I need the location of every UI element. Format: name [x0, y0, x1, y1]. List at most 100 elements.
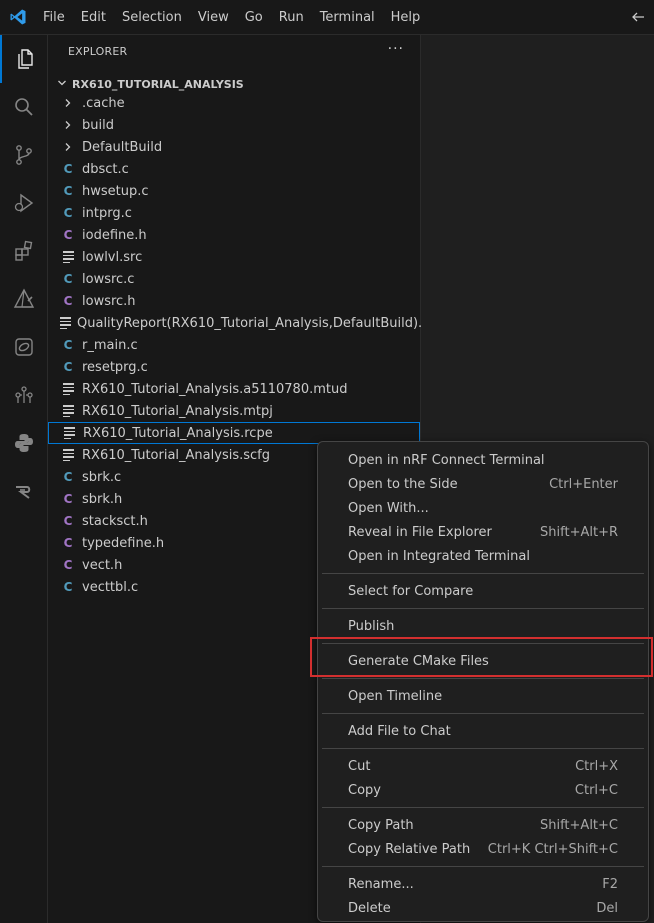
c-file-icon: C — [63, 580, 73, 594]
menu-item-shortcut: Shift+Alt+R — [540, 524, 618, 540]
menu-item-label: Add File to Chat — [348, 723, 451, 739]
file-label: lowsrc.h — [82, 293, 136, 309]
file-item[interactable]: Cr_main.c — [48, 334, 420, 356]
h-file-icon: C — [63, 514, 73, 528]
file-label: RX610_Tutorial_Analysis.mtpj — [82, 403, 273, 419]
run-debug-icon[interactable] — [0, 179, 47, 227]
search-icon[interactable] — [0, 83, 47, 131]
git-graph-icon[interactable] — [0, 371, 47, 419]
menu-item-open-in-integrated-terminal[interactable]: Open in Integrated Terminal — [322, 544, 644, 568]
renesas-icon[interactable] — [0, 467, 47, 515]
menu-item-label: Open to the Side — [348, 476, 458, 492]
highlight-box — [310, 637, 653, 677]
text-file-icon — [60, 315, 71, 331]
cmake-icon[interactable] — [0, 275, 47, 323]
text-file-icon — [60, 403, 76, 419]
file-item[interactable]: QualityReport(RX610_Tutorial_Analysis,De… — [48, 312, 440, 334]
menu-item-publish[interactable]: Publish — [322, 614, 644, 638]
menu-item-open-to-the-side[interactable]: Open to the Side Ctrl+Enter — [322, 472, 644, 496]
menu-terminal[interactable]: Terminal — [312, 0, 383, 35]
c-file-icon: C — [63, 162, 73, 176]
folder-item[interactable]: .cache — [48, 92, 420, 114]
python-icon[interactable] — [0, 419, 47, 467]
menu-item-add-file-to-chat[interactable]: Add File to Chat — [322, 719, 644, 743]
menu-item-cut[interactable]: Cut Ctrl+X — [322, 754, 644, 778]
menu-item-reveal-in-file-explorer[interactable]: Reveal in File Explorer Shift+Alt+R — [322, 520, 644, 544]
back-arrow-icon[interactable] — [630, 9, 646, 25]
more-actions-icon[interactable]: ··· — [388, 41, 404, 57]
source-control-icon[interactable] — [0, 131, 47, 179]
file-label: build — [82, 117, 114, 133]
menu-selection[interactable]: Selection — [114, 0, 190, 35]
h-file-icon: C — [63, 536, 73, 550]
menu-item-label: Copy — [348, 782, 381, 798]
menu-item-delete[interactable]: Delete Del — [322, 896, 644, 920]
file-item[interactable]: lowlvl.src — [48, 246, 420, 268]
menu-item-label: Copy Relative Path — [348, 841, 471, 857]
menu-item-select-for-compare[interactable]: Select for Compare — [322, 579, 644, 603]
explorer-icon[interactable] — [0, 35, 47, 83]
folder-item[interactable]: build — [48, 114, 420, 136]
menu-separator — [322, 748, 644, 749]
menu-view[interactable]: View — [190, 0, 237, 35]
file-item[interactable]: RX610_Tutorial_Analysis.a5110780.mtud — [48, 378, 420, 400]
menu-item-shortcut: Ctrl+Enter — [549, 476, 618, 492]
file-label: stacksct.h — [82, 513, 148, 529]
menu-item-open-with[interactable]: Open With... — [322, 496, 644, 520]
extensions-icon[interactable] — [0, 227, 47, 275]
h-file-icon: C — [63, 228, 73, 242]
project-name: RX610_TUTORIAL_ANALYSIS — [72, 77, 244, 91]
file-item[interactable]: Cintprg.c — [48, 202, 420, 224]
file-item[interactable]: Clowsrc.h — [48, 290, 420, 312]
menu-separator — [322, 608, 644, 609]
menu-item-shortcut: Del — [596, 900, 618, 916]
menu-item-copy-path[interactable]: Copy Path Shift+Alt+C — [322, 813, 644, 837]
file-item[interactable]: Clowsrc.c — [48, 268, 420, 290]
remote-icon[interactable] — [0, 323, 47, 371]
menu-help[interactable]: Help — [383, 0, 429, 35]
menu-item-rename[interactable]: Rename... F2 — [322, 872, 644, 896]
menu-item-label: Reveal in File Explorer — [348, 524, 492, 540]
menu-item-shortcut: Ctrl+K Ctrl+Shift+C — [487, 841, 618, 857]
h-file-icon: C — [63, 558, 73, 572]
file-label: vecttbl.c — [82, 579, 139, 595]
menu-item-label: Rename... — [348, 876, 414, 892]
menu-edit[interactable]: Edit — [73, 0, 114, 35]
file-label: RX610_Tutorial_Analysis.rcpe — [83, 425, 273, 441]
menu-separator — [322, 678, 644, 679]
file-label: typedefine.h — [82, 535, 165, 551]
h-file-icon: C — [63, 492, 73, 506]
menu-item-label: Copy Path — [348, 817, 414, 833]
file-item[interactable]: RX610_Tutorial_Analysis.mtpj — [48, 400, 420, 422]
menu-item-shortcut: Ctrl+C — [574, 782, 618, 798]
file-label: resetprg.c — [82, 359, 148, 375]
chevron-right-icon — [60, 95, 76, 111]
menu-item-label: Delete — [348, 900, 391, 916]
menu-item-open-in-nrf-connect-terminal[interactable]: Open in nRF Connect Terminal — [322, 448, 644, 472]
menu-separator — [322, 573, 644, 574]
menu-item-copy[interactable]: Copy Ctrl+C — [322, 778, 644, 802]
menu-go[interactable]: Go — [237, 0, 271, 35]
file-label: hwsetup.c — [82, 183, 149, 199]
menu-item-copy-relative-path[interactable]: Copy Relative Path Ctrl+K Ctrl+Shift+C — [322, 837, 644, 861]
menu-separator — [322, 713, 644, 714]
c-file-icon: C — [63, 206, 73, 220]
file-item[interactable]: Cresetprg.c — [48, 356, 420, 378]
file-item[interactable]: Chwsetup.c — [48, 180, 420, 202]
c-file-icon: C — [63, 184, 73, 198]
folder-item[interactable]: DefaultBuild — [48, 136, 420, 158]
c-file-icon: C — [63, 470, 73, 484]
file-label: DefaultBuild — [82, 139, 163, 155]
menu-item-open-timeline[interactable]: Open Timeline — [322, 684, 644, 708]
menu-run[interactable]: Run — [271, 0, 312, 35]
explorer-title: EXPLORER — [68, 45, 128, 58]
file-item[interactable]: Ciodefine.h — [48, 224, 420, 246]
context-menu: Open in nRF Connect Terminal Open to the … — [317, 441, 649, 922]
file-label: sbrk.h — [82, 491, 123, 507]
menu-item-label: Open in Integrated Terminal — [348, 548, 530, 564]
menu-separator — [322, 866, 644, 867]
file-item[interactable]: Cdbsct.c — [48, 158, 420, 180]
menu-item-label: Open in nRF Connect Terminal — [348, 452, 545, 468]
menu-file[interactable]: File — [35, 0, 73, 35]
vscode-logo-icon[interactable] — [9, 8, 27, 26]
